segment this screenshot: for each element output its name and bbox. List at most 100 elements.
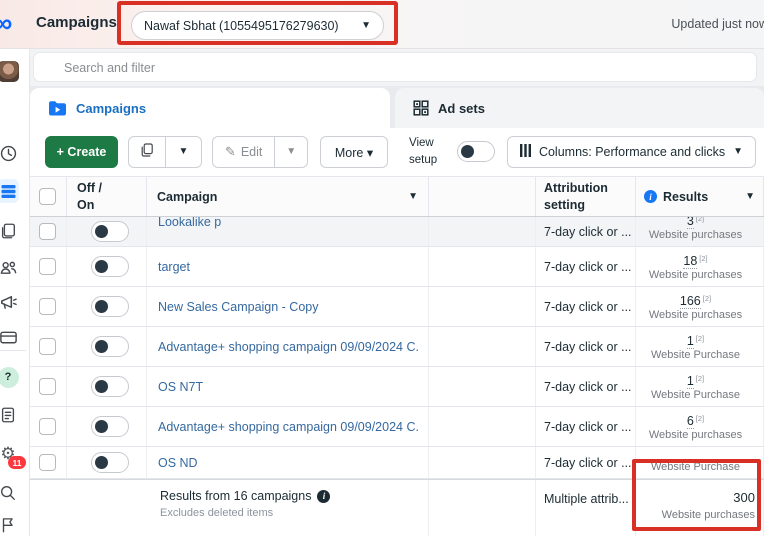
campaign-link[interactable]: Advantage+ shopping campaign 09/09/2024 … — [158, 420, 420, 434]
view-setup-toggle[interactable] — [457, 141, 495, 162]
summary-attribution: Multiple attrib... — [536, 480, 636, 536]
help-icon[interactable]: ? — [0, 366, 19, 388]
column-header-empty — [429, 177, 536, 216]
tab-ad-sets[interactable]: Ad sets — [395, 88, 764, 128]
ads-megaphone-icon[interactable] — [0, 291, 19, 313]
column-header-campaign[interactable]: Campaign▼ — [147, 177, 429, 216]
row-checkbox[interactable] — [29, 247, 67, 286]
billing-card-icon[interactable] — [0, 326, 19, 348]
table-row: OS ND 7-day click or ... Website Purchas… — [29, 447, 764, 479]
reports-icon[interactable] — [0, 404, 19, 426]
columns-button[interactable]: Columns: Performance and clicks ▼ — [507, 136, 756, 168]
campaign-link[interactable]: Lookalike p — [158, 217, 221, 229]
notification-badge: 11 — [8, 456, 26, 469]
row-checkbox[interactable] — [29, 217, 67, 246]
edit-split-button: ✎ Edit ▼ — [212, 136, 308, 168]
column-header-attribution: Attribution setting — [536, 177, 636, 216]
table-row: New Sales Campaign - Copy 7-day click or… — [29, 287, 764, 327]
campaign-rows: Lookalike p 7-day click or ... 3[2] Webs… — [29, 217, 764, 479]
edit-button[interactable]: ✎ Edit — [213, 137, 274, 167]
row-status-toggle[interactable] — [67, 217, 147, 246]
column-header-off-on: Off / On — [67, 177, 147, 216]
flag-icon[interactable] — [0, 514, 19, 536]
campaign-link[interactable]: OS N7T — [158, 380, 203, 394]
duplicate-options-button[interactable]: ▼ — [165, 137, 201, 167]
attribution-cell: 7-day click or ... — [536, 287, 636, 326]
search-icon[interactable] — [0, 482, 19, 504]
updated-status: Updated just now — [671, 17, 764, 31]
row-checkbox[interactable] — [29, 367, 67, 406]
highlight-rectangle-account: Nawaf Sbhat (1055495176279630) ▼ — [117, 1, 398, 45]
attribution-cell: 7-day click or ... — [536, 367, 636, 406]
table-footer: Results from 16 campaigns i Excludes del… — [29, 479, 764, 536]
column-header-results[interactable]: i Results ▼ — [636, 177, 764, 216]
row-status-toggle[interactable] — [67, 407, 147, 446]
recents-clock-icon[interactable] — [0, 142, 19, 164]
more-button[interactable]: More ▾ — [320, 136, 388, 168]
duplicate-icon — [139, 142, 155, 163]
results-cell: 18[2] Website purchases — [636, 247, 764, 286]
search-input-wrapper[interactable] — [33, 52, 757, 82]
info-icon[interactable]: i — [317, 490, 330, 503]
sidebar-nav: ? ⚙ 11 — [0, 48, 30, 536]
account-selector-dropdown[interactable]: Nawaf Sbhat (1055495176279630) ▼ — [131, 11, 384, 40]
duplicate-button[interactable] — [129, 137, 165, 167]
chevron-down-icon: ▼ — [745, 192, 755, 202]
pages-icon[interactable] — [0, 220, 19, 242]
chevron-down-icon: ▼ — [361, 21, 371, 31]
toolbar: + Create ▼ ✎ Edit ▼ More ▾ View setup Co… — [29, 128, 764, 176]
table-row: Advantage+ shopping campaign 09/09/2024 … — [29, 327, 764, 367]
attribution-cell: 7-day click or ... — [536, 327, 636, 366]
account-selector-label: Nawaf Sbhat (1055495176279630) — [144, 19, 361, 33]
search-filter-row — [29, 48, 764, 87]
row-checkbox[interactable] — [29, 327, 67, 366]
attribution-cell: 7-day click or ... — [536, 447, 636, 478]
view-setup-label: View setup — [409, 135, 451, 168]
campaign-link[interactable]: target — [158, 260, 190, 274]
campaigns-table-icon — [0, 179, 19, 203]
summary-results-cell: 300 Website purchases — [636, 480, 764, 536]
tab-campaigns[interactable]: Campaigns — [30, 88, 390, 128]
campaign-link[interactable]: New Sales Campaign - Copy — [158, 300, 319, 314]
row-checkbox[interactable] — [29, 447, 67, 478]
ads-manager-screen: ∞ Campaigns Nawaf Sbhat (105549517627963… — [0, 0, 764, 536]
edit-options-button[interactable]: ▼ — [274, 137, 307, 167]
row-checkbox[interactable] — [29, 287, 67, 326]
chevron-down-icon: ▼ — [408, 192, 418, 202]
results-cell: 1[2] Website Purchase — [636, 327, 764, 366]
row-checkbox[interactable] — [29, 407, 67, 446]
row-status-toggle[interactable] — [67, 287, 147, 326]
row-status-toggle[interactable] — [67, 447, 147, 478]
create-button[interactable]: + Create — [45, 136, 118, 168]
campaign-link[interactable]: OS ND — [158, 456, 198, 470]
table-row: OS N7T 7-day click or ... 1[2] Website P… — [29, 367, 764, 407]
folder-icon — [48, 100, 67, 117]
results-cell: 3[2] Website purchases — [636, 217, 764, 246]
attribution-cell: 7-day click or ... — [536, 217, 636, 246]
summary-cell: Results from 16 campaigns i Excludes del… — [29, 480, 429, 536]
row-status-toggle[interactable] — [67, 367, 147, 406]
summary-note: Excludes deleted items — [160, 507, 428, 519]
results-cell: 1[2] Website Purchase — [636, 367, 764, 406]
select-all-checkbox[interactable] — [29, 177, 67, 216]
grid-icon — [413, 100, 429, 116]
search-input[interactable] — [62, 53, 666, 83]
edit-button-label: Edit — [241, 145, 263, 159]
table-row: Lookalike p 7-day click or ... 3[2] Webs… — [29, 217, 764, 247]
profile-avatar[interactable] — [0, 60, 19, 82]
topbar: ∞ Campaigns Nawaf Sbhat (105549517627963… — [0, 0, 764, 49]
columns-button-label: Columns: Performance and clicks — [539, 145, 725, 159]
sidebar-item-campaigns[interactable] — [0, 180, 19, 202]
table-row: Advantage+ shopping campaign 09/09/2024 … — [29, 407, 764, 447]
tab-campaigns-label: Campaigns — [76, 101, 146, 116]
row-status-toggle[interactable] — [67, 247, 147, 286]
audiences-icon[interactable] — [0, 256, 19, 278]
attribution-cell: 7-day click or ... — [536, 247, 636, 286]
level-tabs: Campaigns Ad sets — [29, 86, 764, 128]
duplicate-split-button: ▼ — [128, 136, 202, 168]
row-status-toggle[interactable] — [67, 327, 147, 366]
columns-icon — [520, 144, 531, 160]
summary-results-value: 300 — [733, 490, 755, 505]
campaign-link[interactable]: Advantage+ shopping campaign 09/09/2024 … — [158, 340, 420, 354]
meta-logo-icon: ∞ — [0, 8, 11, 39]
